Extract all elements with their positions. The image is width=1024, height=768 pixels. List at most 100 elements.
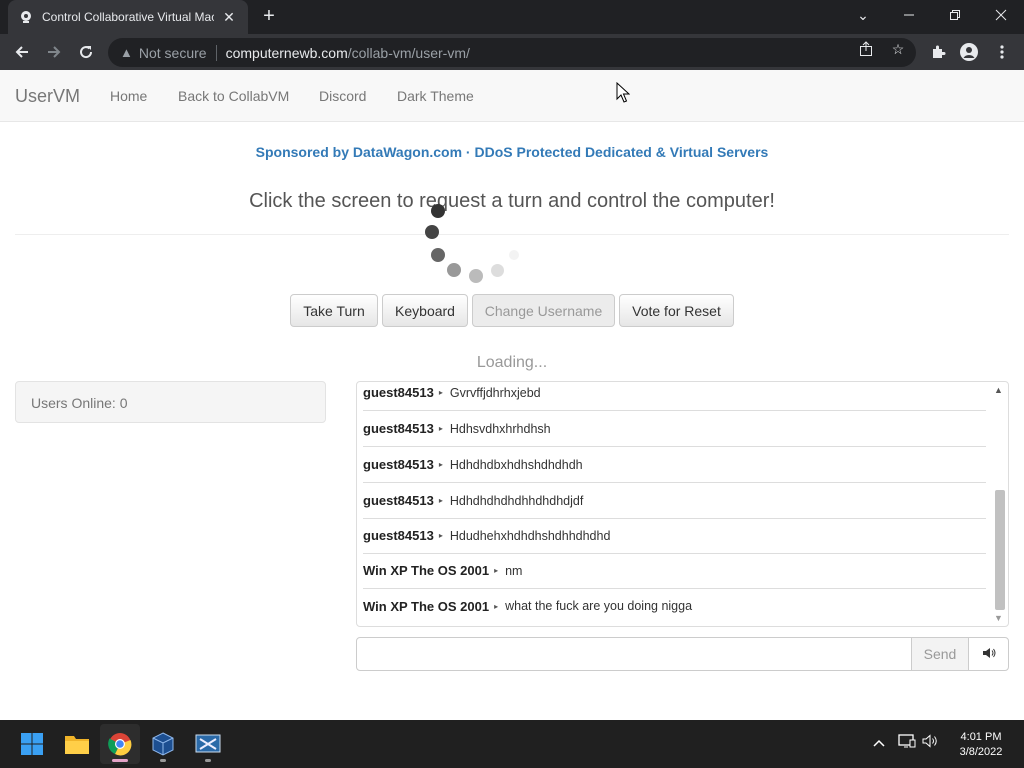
site-navbar: UserVM Home Back to CollabVM Discord Dar… bbox=[0, 70, 1024, 122]
chat-arrow-icon: ▸ bbox=[438, 460, 443, 469]
security-label[interactable]: Not secure bbox=[139, 45, 207, 61]
network-icon[interactable] bbox=[897, 734, 917, 751]
chat-text: nm bbox=[505, 563, 523, 578]
windows-taskbar bbox=[0, 720, 1024, 768]
chat-scrollbar[interactable]: ▲ ▼ bbox=[991, 382, 1007, 626]
browser-toolbar: ▲ Not secure computernewb.com/collab-vm/… bbox=[0, 34, 1024, 70]
chat-panel[interactable]: guest84513 ▸ Gvrvffjdhrhxjebd guest84513 ▸ H… bbox=[356, 381, 1009, 627]
chat-arrow-icon: ▸ bbox=[438, 424, 443, 433]
spinner-dot bbox=[509, 250, 519, 260]
chat-arrow-icon: ▸ bbox=[438, 531, 443, 540]
back-button[interactable] bbox=[10, 40, 34, 64]
vm-app-icon[interactable] bbox=[188, 724, 228, 764]
forward-button[interactable] bbox=[42, 40, 66, 64]
chat-message: guest84513 ▸ Hdudhehxhdhdhshdhhdhdhd bbox=[363, 518, 986, 554]
warning-icon[interactable]: ▲ bbox=[120, 45, 133, 60]
chrome-icon[interactable] bbox=[100, 724, 140, 764]
running-indicator bbox=[160, 759, 166, 762]
chat-username: guest84513 bbox=[363, 493, 434, 508]
chat-text: Hdhdhdhdhdhhdhdhdjdf bbox=[449, 493, 584, 508]
spinner-dot bbox=[425, 225, 439, 239]
users-online-label: Users Online: 0 bbox=[31, 395, 128, 411]
spinner-dot bbox=[491, 264, 504, 277]
chat-username: guest84513 bbox=[363, 385, 434, 400]
chat-message: guest84513 ▸ Hdhdhdhdhdhhdhdhdjdf bbox=[363, 483, 986, 519]
chat-arrow-icon: ▸ bbox=[494, 566, 499, 575]
sound-toggle-button[interactable] bbox=[968, 637, 1009, 671]
bookmark-star-icon[interactable]: ☆ bbox=[889, 41, 907, 59]
show-hidden-icons-chevron-icon[interactable] bbox=[869, 734, 889, 750]
send-button[interactable]: Send bbox=[911, 637, 969, 671]
chat-text: Hdudhehxhdhdhshdhhdhdhd bbox=[449, 528, 611, 543]
chat-username: guest84513 bbox=[363, 528, 434, 543]
nav-link-home[interactable]: Home bbox=[110, 88, 147, 104]
active-indicator bbox=[112, 759, 128, 762]
clock-time: 4:01 PM bbox=[960, 731, 1002, 743]
scroll-down-icon[interactable]: ▼ bbox=[994, 613, 1003, 623]
chat-message: guest84513 ▸ Gvrvffjdhrhxjebd bbox=[363, 382, 986, 411]
loading-text: Loading... bbox=[476, 354, 548, 371]
chat-input[interactable] bbox=[356, 637, 912, 671]
nav-link-back-to-collabvm[interactable]: Back to CollabVM bbox=[178, 88, 289, 104]
volume-icon[interactable] bbox=[921, 734, 941, 751]
keyboard-button[interactable]: Keyboard bbox=[382, 294, 468, 327]
chat-arrow-icon: ▸ bbox=[438, 388, 443, 397]
chat-message: Win XP The OS 2001 ▸ nm bbox=[363, 553, 986, 589]
chat-text: what the fuck are you doing nigga bbox=[505, 599, 693, 613]
start-icon[interactable] bbox=[12, 724, 52, 764]
chat-username: Win XP The OS 2001 bbox=[363, 563, 490, 578]
chat-text: Hdhsvdhxhrhdhsh bbox=[449, 421, 551, 436]
share-icon[interactable] bbox=[857, 41, 875, 59]
minimize-button[interactable] bbox=[886, 0, 932, 30]
chat-username: guest84513 bbox=[363, 421, 434, 436]
take-turn-button[interactable]: Take Turn bbox=[290, 294, 378, 327]
chat-message: Win XP The OS 2001 ▸ what the fuck are you… bbox=[363, 588, 986, 624]
browser-titlebar: Control Collaborative Virtual Mac ✕ + ⌄ bbox=[0, 0, 1024, 34]
change-username-button[interactable]: Change Username bbox=[472, 294, 615, 327]
chat-message: guest84513 ▸ Hdhdhdbxhdhshdhdhdh bbox=[363, 447, 986, 483]
spinner-dot bbox=[469, 269, 483, 283]
url-host: computernewb.com bbox=[225, 44, 348, 61]
spinner-dot bbox=[447, 263, 461, 277]
clock-date: 3/8/2022 bbox=[959, 746, 1003, 758]
file-explorer-icon[interactable] bbox=[57, 724, 97, 764]
nav-link-dark-theme[interactable]: Dark Theme bbox=[397, 88, 474, 104]
address-bar[interactable]: ▲ Not secure computernewb.com/collab-vm/… bbox=[108, 38, 916, 67]
url-path: /collab-vm/user-vm/ bbox=[347, 44, 470, 61]
site-brand[interactable]: UserVM bbox=[15, 86, 80, 107]
tab-favicon-icon bbox=[18, 9, 34, 25]
tab-close-icon[interactable]: ✕ bbox=[220, 9, 238, 26]
spinner-dot bbox=[431, 248, 445, 262]
taskbar-clock[interactable]: 4:01 PM 3/8/2022 bbox=[946, 730, 1016, 760]
vote-for-reset-button[interactable]: Vote for Reset bbox=[619, 294, 734, 327]
chat-arrow-icon: ▸ bbox=[438, 496, 443, 505]
chat-text: Gvrvffjdhrhxjebd bbox=[449, 385, 541, 400]
close-window-button[interactable] bbox=[978, 0, 1024, 30]
tab-title: Control Collaborative Virtual Mac bbox=[42, 10, 214, 24]
users-online-panel: Users Online: 0 bbox=[15, 381, 326, 423]
tab-search-icon[interactable]: ⌄ bbox=[840, 0, 886, 30]
menu-kebab-icon[interactable] bbox=[992, 42, 1012, 62]
mouse-cursor-icon bbox=[616, 81, 631, 104]
chat-message: guest84513 ▸ Hdhsvdhxhrhdhsh bbox=[363, 411, 986, 447]
speaker-icon bbox=[982, 647, 996, 662]
browser-tab[interactable]: Control Collaborative Virtual Mac ✕ bbox=[8, 0, 248, 34]
scrollbar-thumb[interactable] bbox=[995, 490, 1005, 610]
reload-button[interactable] bbox=[74, 40, 98, 64]
extensions-icon[interactable] bbox=[928, 42, 948, 62]
scroll-up-icon[interactable]: ▲ bbox=[994, 385, 1003, 395]
omnibox-separator bbox=[215, 44, 217, 61]
chat-text: Hdhdhdbxhdhshdhdhdh bbox=[449, 457, 583, 472]
new-tab-button[interactable]: + bbox=[258, 6, 280, 28]
chat-arrow-icon: ▸ bbox=[494, 601, 499, 611]
spinner-dot bbox=[431, 204, 445, 218]
chat-username: guest84513 bbox=[363, 457, 434, 472]
chat-username: Win XP The OS 2001 bbox=[363, 598, 490, 614]
sponsor-link[interactable]: Sponsored by DataWagon.com · DDoS Protec… bbox=[0, 144, 1024, 160]
profile-icon[interactable] bbox=[959, 42, 979, 62]
nav-link-discord[interactable]: Discord bbox=[319, 88, 366, 104]
running-indicator bbox=[205, 759, 211, 762]
restore-button[interactable] bbox=[932, 0, 978, 30]
virtualbox-icon[interactable] bbox=[143, 724, 183, 764]
loading-spinner-icon bbox=[420, 200, 520, 290]
